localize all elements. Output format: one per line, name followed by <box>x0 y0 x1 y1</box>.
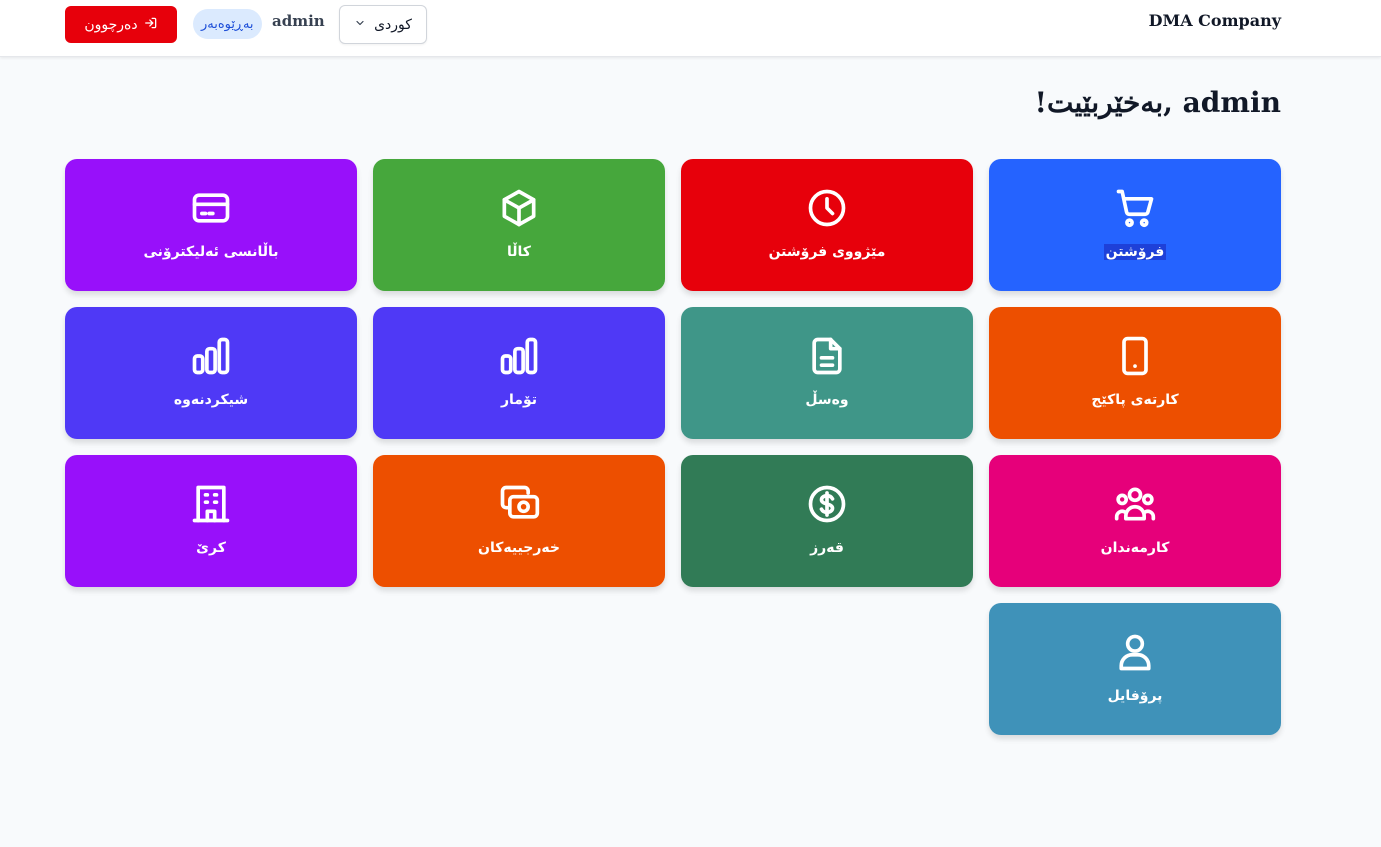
card-label: پرۆفایل <box>1107 688 1163 704</box>
card-label: قەرز <box>810 540 844 556</box>
card-package-cards[interactable]: کارتەی پاکێج <box>989 307 1281 439</box>
card-receipts[interactable]: وەسڵ <box>681 307 973 439</box>
card-label: فرۆشتن <box>1103 244 1167 260</box>
language-value: كوردی <box>374 16 412 33</box>
cash-icon <box>497 482 541 526</box>
chevron-down-icon <box>354 17 366 33</box>
card-expenses[interactable]: خەرجییەکان <box>373 455 665 587</box>
card-label: کارتەی پاکێج <box>1091 392 1179 408</box>
card-label: باڵانسی ئەلیکترۆنی <box>143 244 279 260</box>
phone-icon <box>1113 334 1157 378</box>
bar-chart-icon <box>189 334 233 378</box>
card-label: وەسڵ <box>805 392 849 408</box>
card-employees[interactable]: کارمەندان <box>989 455 1281 587</box>
logout-icon <box>144 16 158 34</box>
card-rent[interactable]: کرێ <box>65 455 357 587</box>
logout-button[interactable]: دەرچوون <box>65 6 177 43</box>
card-label: تۆمار <box>500 392 538 408</box>
card-sales[interactable]: فرۆشتن <box>989 159 1281 291</box>
card-label: خەرجییەکان <box>478 540 560 556</box>
credit-card-icon <box>189 186 233 230</box>
company-name: DMA Company <box>1148 11 1281 30</box>
language-select[interactable]: كوردی <box>339 5 427 44</box>
card-debt[interactable]: قەرز <box>681 455 973 587</box>
card-label: شیکردنەوە <box>173 392 249 408</box>
card-records[interactable]: تۆمار <box>373 307 665 439</box>
card-electronic-balance[interactable]: باڵانسی ئەلیکترۆنی <box>65 159 357 291</box>
building-icon <box>189 482 233 526</box>
box-icon <box>497 186 541 230</box>
card-products[interactable]: کاڵا <box>373 159 665 291</box>
card-profile[interactable]: پرۆفایل <box>989 603 1281 735</box>
card-label: مێژووی فرۆشتن <box>768 244 886 260</box>
dollar-icon <box>805 482 849 526</box>
clock-icon <box>805 186 849 230</box>
username: admin <box>272 12 325 30</box>
role-badge: بەڕێوەبەر <box>193 9 262 39</box>
card-label: کاڵا <box>507 244 531 260</box>
card-analysis[interactable]: شیکردنەوە <box>65 307 357 439</box>
logout-label: دەرچوون <box>84 16 138 33</box>
card-sales-history[interactable]: مێژووی فرۆشتن <box>681 159 973 291</box>
users-icon <box>1113 482 1157 526</box>
card-label: کارمەندان <box>1100 540 1170 556</box>
shopping-cart-icon <box>1113 186 1157 230</box>
welcome-heading: !بەخێربێیت, admin <box>1034 86 1281 119</box>
document-icon <box>805 334 849 378</box>
top-header: DMA Company دەرچوون بەڕێوەبەر admin كورد… <box>0 0 1381 57</box>
user-icon <box>1113 630 1157 674</box>
bar-chart-icon <box>497 334 541 378</box>
card-label: کرێ <box>196 540 226 556</box>
